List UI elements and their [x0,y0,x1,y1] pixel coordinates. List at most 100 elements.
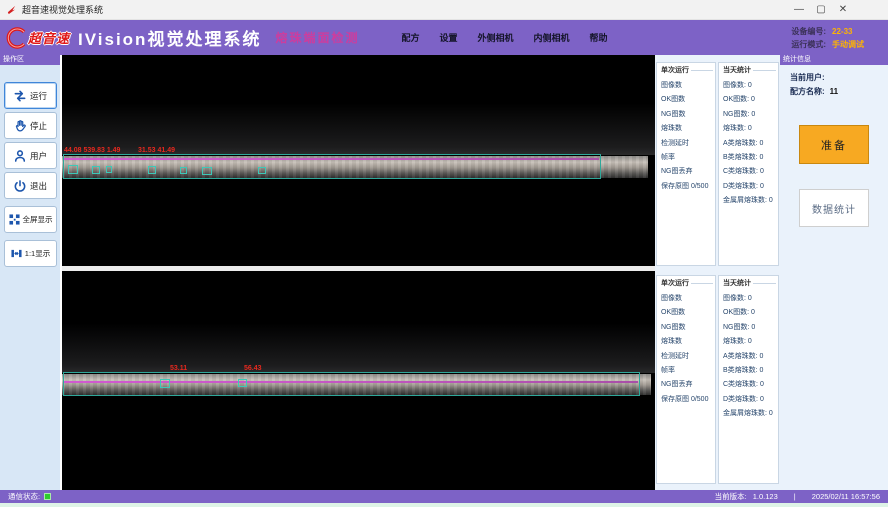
bead-detection-box [92,166,100,174]
bead-detection-box [106,166,112,173]
stat-row: D类熔珠数: 0 [723,180,778,194]
titlebar: 超音速视觉处理系统 — ▢ ✕ [0,0,888,20]
image-haze [62,323,655,373]
window-title: 超音速视觉处理系统 [22,3,103,16]
single-run-panel: 单次运行 图像数OK图数NG图数熔珠数检测延时帧率NG图丢弃保存原图 0/500 [656,275,716,484]
stat-row: OK图数 [661,306,715,320]
stat-row: A类熔珠数: 0 [723,137,778,151]
app-title: IVision视觉处理系统 [78,25,261,50]
stop-button-label: 停止 [30,120,47,132]
run-button-label: 运行 [30,90,47,102]
brand: 超音速 [4,26,70,50]
run-cycle-icon [13,89,27,103]
bead-detection-box [202,167,212,175]
brand-logo-icon [4,26,28,50]
stat-row: B类熔珠数: 0 [723,151,778,165]
today-stats-rows: 图像数: 0OK图数: 0NG图数: 0熔珠数: 0A类熔珠数: 0B类熔珠数:… [723,79,778,209]
single-run-title: 单次运行 [661,278,715,288]
run-mode-value: 手动调试 [832,38,878,51]
stats-column: 单次运行 图像数OK图数NG图数熔珠数检测延时帧率NG图丢弃保存原图 0/500… [655,55,780,490]
bead-detection-box [180,167,187,174]
stat-row: 熔珠数 [661,335,715,349]
data-statistics-button[interactable]: 数据统计 [799,189,869,227]
menu-item[interactable]: 外侧相机 [478,31,514,44]
menu-item[interactable]: 设置 [439,31,457,44]
stat-row: 检测延时 [661,137,715,151]
sidebar: 操作区 运行 停止 [0,55,60,490]
device-id-value: 22-33 [832,25,878,38]
statusbar: 通信状态: 当前版本: 1.0.123 | 2025/02/11 16:57:5… [0,490,888,503]
today-stats-panel: 当天统计 图像数: 0OK图数: 0NG图数: 0熔珠数: 0A类熔珠数: 0B… [718,62,779,266]
recipe-name-value: 11 [830,85,838,99]
stat-row: OK图数 [661,93,715,107]
measurement-annotation: 31.53 41.49 [138,147,175,154]
run-button[interactable]: 运行 [4,82,57,109]
stop-button[interactable]: 停止 [4,112,57,139]
stat-row: 帧率 [661,151,715,165]
main-header: 超音速 IVision视觉处理系统 熔珠端面检测 配方设置外侧相机内侧相机帮助 … [0,20,888,55]
ready-button[interactable]: 准备 [799,125,869,164]
single-run-rows: 图像数OK图数NG图数熔珠数检测延时帧率NG图丢弃保存原图 0/500 [661,292,715,407]
today-stats-panel: 当天统计 图像数: 0OK图数: 0NG图数: 0熔珠数: 0A类熔珠数: 0B… [718,275,779,484]
stat-row: 图像数: 0 [723,292,778,306]
one-to-one-button[interactable]: 1:1显示 [4,240,57,267]
measurement-annotation: 56.43 [244,365,262,372]
today-stats-rows: 图像数: 0OK图数: 0NG图数: 0熔珠数: 0A类熔珠数: 0B类熔珠数:… [723,292,778,422]
bead-detection-box [68,165,78,174]
bead-detection-box [238,379,247,387]
bead-detection-box [160,379,170,388]
version-label: 当前版本: [715,491,747,502]
run-mode-label: 运行模式: [791,38,826,51]
user-button[interactable]: 用户 [4,142,57,169]
device-info: 设备编号: 22-33 运行模式: 手动调试 [791,25,888,51]
stat-row: NG图数: 0 [723,321,778,335]
detection-roi-box [63,372,640,396]
app-window: 超音速视觉处理系统 — ▢ ✕ 超音速 IVision视觉处理系统 熔珠端面检测… [0,0,888,522]
single-run-title: 单次运行 [661,65,715,75]
current-user-label: 当前用户: [790,71,825,85]
stat-row: 图像数 [661,79,715,93]
stat-row: A类熔珠数: 0 [723,350,778,364]
stat-row: 帧率 [661,364,715,378]
single-run-rows: 图像数OK图数NG图数熔珠数检测延时帧率NG图丢弃保存原图 0/500 [661,79,715,194]
status-separator: | [794,492,796,501]
stat-row: 金属屑熔珠数: 0 [723,194,778,208]
viewport-outer-camera: 44.08 539.83 1.49 31.53 41.49 [62,55,655,266]
fullscreen-button[interactable]: 全屏显示 [4,206,57,233]
bead-edge-line [64,381,638,383]
maximize-button[interactable]: ▢ [810,2,832,18]
stat-row: 检测延时 [661,350,715,364]
exit-button-label: 退出 [30,180,47,192]
exit-button[interactable]: 退出 [4,172,57,199]
content: 操作区 运行 停止 [0,55,888,490]
stat-row: C类熔珠数: 0 [723,378,778,392]
viewport-inner-camera: 53.11 56.43 [62,271,655,490]
menu-item[interactable]: 配方 [401,31,419,44]
stat-row: 图像数: 0 [723,79,778,93]
bead-detection-box [258,167,266,174]
measurement-annotation: 53.11 [170,365,187,372]
stop-hand-icon [13,119,27,133]
app-logo-icon [6,4,17,15]
stat-row: 熔珠数: 0 [723,335,778,349]
sidebar-buttons: 运行 停止 用户 [0,82,60,267]
brand-name: 超音速 [28,28,70,47]
fullscreen-grid-icon [8,213,21,226]
info-rows: 当前用户: 配方名称: 11 [780,65,888,99]
recipe-name-label: 配方名称: [790,85,825,99]
menu-item[interactable]: 内侧相机 [534,31,570,44]
power-icon [13,179,27,193]
app-subtitle: 熔珠端面检测 [275,29,359,46]
measurement-annotation: 44.08 539.83 1.49 [64,147,120,154]
close-button[interactable]: ✕ [832,2,854,18]
stat-row: 熔珠数: 0 [723,122,778,136]
today-stats-title: 当天统计 [723,278,778,288]
bead-edge-line [64,158,599,160]
menu-item[interactable]: 帮助 [590,31,608,44]
version-value: 1.0.123 [753,492,778,501]
single-run-panel: 单次运行 图像数OK图数NG图数熔珠数检测延时帧率NG图丢弃保存原图 0/500 [656,62,716,266]
one-to-one-icon [10,247,23,260]
minimize-button[interactable]: — [788,2,810,18]
stat-row: NG图丢弃 [661,165,715,179]
datetime: 2025/02/11 16:57:56 [812,492,880,501]
